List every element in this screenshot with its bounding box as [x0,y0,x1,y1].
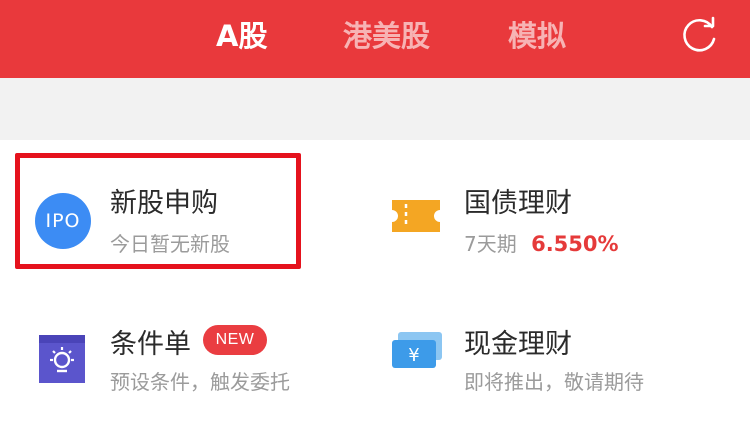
top-bar: A股 港美股 模拟 [0,0,750,78]
bond-subtitle: 7天期 6.550% [464,228,619,257]
conditional-order-item[interactable]: 条件单 预设条件，触发委托 [15,300,355,410]
bond-period: 7天期 [464,232,517,256]
new-badge: NEW [203,325,267,355]
ipo-subscription-item[interactable]: 新股申购 今日暂无新股 [15,153,301,269]
cash-management-item[interactable]: 现金理财 即将推出，敬请期待 [370,300,730,410]
ipo-subtitle: 今日暂无新股 [110,232,230,256]
section-gap [0,78,750,140]
ipo-title: 新股申购 [110,188,218,219]
conditional-order-title: 条件单 [110,329,191,360]
tab-hk-us-shares[interactable]: 港美股 [343,14,430,58]
bond-rate: 6.550% [531,232,619,256]
refresh-icon[interactable] [680,15,720,55]
tab-simulation[interactable]: 模拟 [508,14,566,58]
treasury-bond-item[interactable]: 国债理财 7天期 6.550% [370,153,730,269]
conditional-order-subtitle: 预设条件，触发委托 [110,370,290,394]
cash-title: 现金理财 [464,329,572,360]
tab-a-shares[interactable]: A股 [216,14,267,58]
cash-subtitle: 即将推出，敬请期待 [464,370,644,394]
bond-title: 国债理财 [464,188,572,219]
